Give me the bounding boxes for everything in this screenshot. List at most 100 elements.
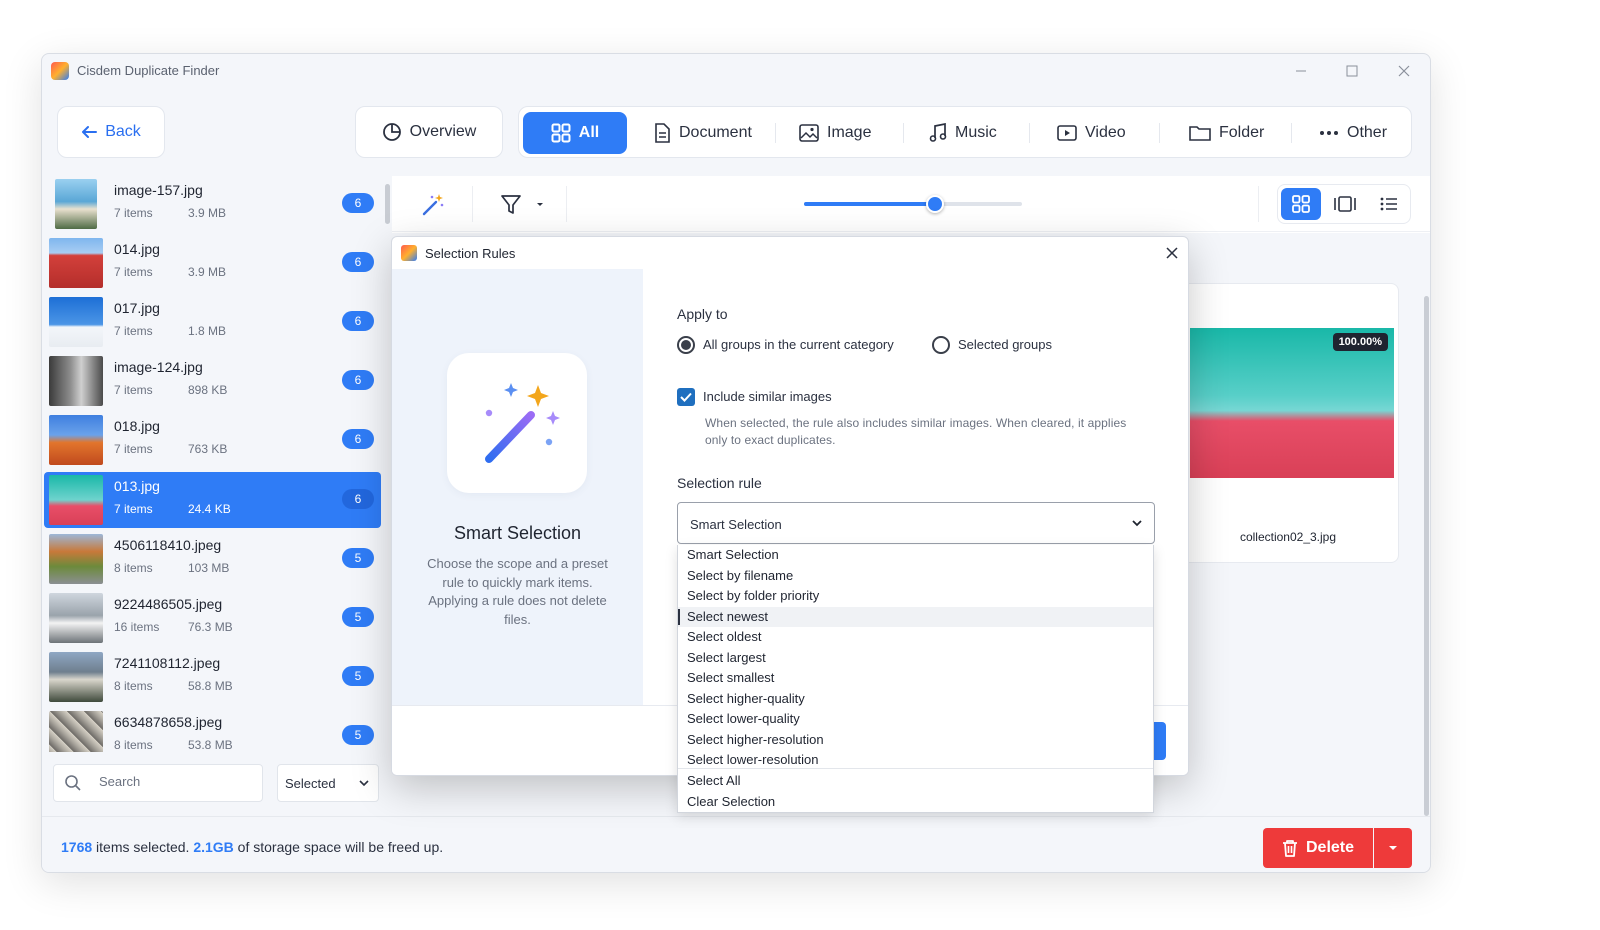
preview-scrollbar[interactable]	[1424, 296, 1429, 816]
option-select-lower-resolution[interactable]: Select lower-resolution	[678, 750, 1153, 770]
selected-count: 1768	[61, 839, 93, 855]
count-badge: 6	[342, 311, 374, 331]
option-select-oldest[interactable]: Select oldest	[678, 627, 1153, 647]
option-select-lower-quality[interactable]: Select lower-quality	[678, 709, 1153, 729]
search-icon	[65, 775, 81, 791]
file-name: 9224486505.jpeg	[114, 596, 223, 612]
magic-wand-icon[interactable]	[420, 192, 446, 218]
tab-all[interactable]: All	[523, 112, 627, 154]
sidebar-description: Choose the scope and a preset rule to qu…	[427, 556, 608, 627]
tab-folder[interactable]: Folder	[1175, 112, 1278, 154]
tab-video[interactable]: Video	[1043, 112, 1140, 154]
list-item[interactable]: 6634878658.jpeg 8 items 53.8 MB 5	[44, 708, 381, 752]
back-button[interactable]: Back	[57, 106, 165, 158]
option-smart-selection[interactable]: Smart Selection	[678, 545, 1153, 565]
list-item[interactable]: 7241108112.jpeg 8 items 58.8 MB 5	[44, 649, 381, 705]
tab-music[interactable]: Music	[915, 112, 1011, 154]
item-count: 7 items	[114, 206, 153, 220]
list-item[interactable]: image-124.jpg 7 items 898 KB 6	[44, 353, 381, 409]
file-name: 6634878658.jpeg	[114, 714, 223, 730]
radio-selected-groups[interactable]	[932, 336, 950, 354]
freed-size: 2.1GB	[193, 839, 234, 855]
list-item[interactable]: 017.jpg 7 items 1.8 MB 6	[44, 294, 381, 350]
item-count: 8 items	[114, 561, 153, 575]
radio-selected-groups-label[interactable]: Selected groups	[958, 337, 1052, 352]
list-item[interactable]: 4506118410.jpeg 8 items 103 MB 5	[44, 531, 381, 587]
apply-to-label: Apply to	[677, 306, 728, 322]
thumbnail	[49, 593, 103, 643]
dialog-title: Selection Rules	[425, 246, 516, 261]
thumbnail	[49, 534, 103, 584]
count-badge: 6	[342, 489, 374, 509]
list-item[interactable]: 013.jpg 7 items 24.4 KB 6	[44, 472, 381, 528]
option-select-all[interactable]: Select All	[678, 771, 1153, 791]
thumbnail	[49, 711, 103, 752]
image-card[interactable]: 100.00% collection02_3.jpg	[1177, 283, 1399, 563]
compare-view-button[interactable]	[1325, 188, 1365, 220]
option-select-largest[interactable]: Select largest	[678, 648, 1153, 668]
apply-button[interactable]	[1152, 722, 1166, 760]
file-size: 3.9 MB	[188, 265, 227, 279]
tab-other[interactable]: Other	[1305, 112, 1401, 154]
item-count: 7 items	[114, 442, 153, 456]
option-select-newest[interactable]: Select newest	[678, 606, 1153, 627]
folder-icon	[1189, 126, 1211, 141]
file-name: 017.jpg	[114, 300, 160, 316]
item-count: 16 items	[114, 620, 160, 634]
close-icon[interactable]	[1162, 243, 1182, 263]
count-badge: 6	[342, 429, 374, 449]
thumbnail	[49, 415, 103, 465]
pie-chart-icon	[382, 123, 401, 141]
title-bar: Cisdem Duplicate Finder	[42, 54, 1430, 88]
more-icon	[1320, 131, 1338, 135]
list-item[interactable]: 9224486505.jpeg 16 items 76.3 MB 5	[44, 590, 381, 646]
list-item[interactable]: 014.jpg 7 items 3.9 MB 6	[44, 235, 381, 291]
tab-overview[interactable]: Overview	[355, 106, 503, 158]
minimize-icon[interactable]	[1286, 60, 1316, 82]
option-select-higher-resolution[interactable]: Select higher-resolution	[678, 730, 1153, 750]
tab-document[interactable]: Document	[639, 112, 766, 154]
tab-image[interactable]: Image	[785, 112, 885, 154]
close-window-icon[interactable]	[1389, 60, 1419, 82]
search-box[interactable]	[53, 764, 263, 802]
overview-label: Overview	[409, 123, 477, 140]
group-list: image-157.jpg 7 items 3.9 MB 6 014.jpg 7…	[42, 176, 387, 752]
thumbnail-size-slider[interactable]	[804, 195, 1022, 213]
selection-rule-select[interactable]: Smart Selection	[677, 502, 1155, 544]
list-item[interactable]: image-157.jpg 7 items 3.9 MB 6	[44, 176, 381, 232]
delete-options-button[interactable]	[1374, 828, 1412, 868]
include-similar-label[interactable]: Include similar images	[703, 389, 832, 404]
list-view-button[interactable]	[1369, 188, 1409, 220]
file-size: 763 KB	[188, 442, 228, 456]
app-logo-icon	[51, 62, 69, 80]
option-select-by-filename[interactable]: Select by filename	[678, 566, 1153, 586]
grid-view-button[interactable]	[1281, 188, 1321, 220]
option-select-by-folder-priority[interactable]: Select by folder priority	[678, 586, 1153, 606]
search-input[interactable]	[99, 774, 249, 789]
maximize-icon[interactable]	[1337, 60, 1367, 82]
compare-view-icon	[1334, 196, 1356, 212]
tab-all-label: All	[578, 124, 600, 141]
list-scrollbar[interactable]	[385, 184, 390, 224]
tab-folder-label: Folder	[1219, 124, 1265, 141]
option-clear-selection[interactable]: Clear Selection	[678, 792, 1153, 812]
window-title: Cisdem Duplicate Finder	[77, 63, 220, 78]
delete-button[interactable]: Delete	[1263, 828, 1373, 868]
checkmark-icon	[680, 392, 692, 402]
count-badge: 6	[342, 193, 374, 213]
item-count: 8 items	[114, 738, 153, 752]
file-size: 103 MB	[188, 561, 230, 575]
option-select-higher-quality[interactable]: Select higher-quality	[678, 689, 1153, 709]
file-size: 53.8 MB	[188, 738, 233, 752]
filter-select[interactable]: Selected	[277, 764, 379, 802]
slider-handle[interactable]	[925, 195, 944, 213]
radio-all-groups-label[interactable]: All groups in the current category	[703, 337, 894, 352]
list-item[interactable]: 018.jpg 7 items 763 KB 6	[44, 412, 381, 468]
radio-all-groups[interactable]	[677, 336, 695, 354]
file-size: 58.8 MB	[188, 679, 233, 693]
include-similar-checkbox[interactable]	[677, 388, 695, 406]
slider-fill	[804, 202, 935, 206]
filter-icon[interactable]	[500, 194, 544, 216]
option-select-smallest[interactable]: Select smallest	[678, 668, 1153, 688]
selection-rule-dropdown: Smart Selection Select by filename Selec…	[677, 545, 1154, 813]
